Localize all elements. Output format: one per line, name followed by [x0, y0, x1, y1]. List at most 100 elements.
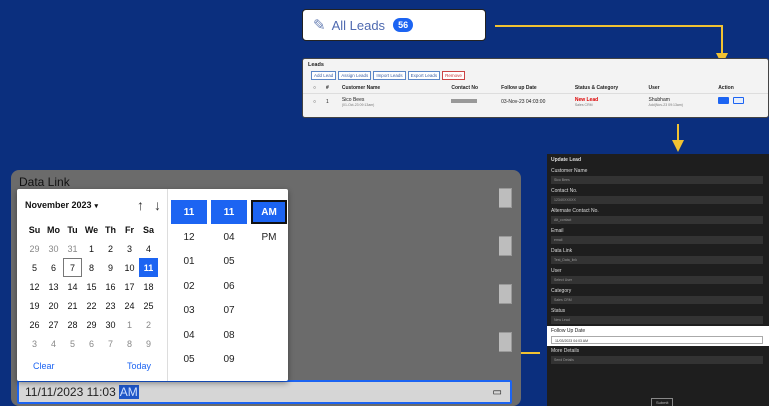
calendar-day[interactable]: 30	[44, 239, 63, 258]
calendar-day[interactable]: 6	[44, 258, 63, 277]
field-label: Customer Name	[551, 168, 588, 174]
calendar-day[interactable]: 27	[44, 315, 63, 334]
column-header: Follow up Date	[501, 85, 537, 91]
minute-option[interactable]: 05	[211, 250, 247, 275]
minute-option[interactable]: 08	[211, 323, 247, 348]
calendar-day[interactable]: 24	[120, 296, 139, 315]
month-select[interactable]: November 2023 ▾	[25, 200, 98, 210]
calendar-day[interactable]: 17	[120, 277, 139, 296]
calendar-day[interactable]: 29	[82, 315, 101, 334]
minute-option[interactable]: 06	[211, 274, 247, 299]
field-input[interactable]: Send Details	[551, 356, 763, 364]
calendar-day[interactable]: 12	[25, 277, 44, 296]
follow-up-date-input[interactable]: 11/03/2023 04:03 AM	[551, 336, 763, 344]
hour-option[interactable]: 01	[171, 250, 207, 275]
calendar-day[interactable]: 3	[120, 239, 139, 258]
calendar-day[interactable]: 5	[25, 258, 44, 277]
calendar-day[interactable]: 16	[101, 277, 120, 296]
calendar-day[interactable]: 2	[139, 315, 158, 334]
calendar-day[interactable]: 23	[101, 296, 120, 315]
calendar-day[interactable]: 4	[139, 239, 158, 258]
calendar-day[interactable]: 8	[120, 334, 139, 353]
field-label: Follow Up Date	[551, 328, 586, 334]
period-option-selected[interactable]: AM	[251, 200, 287, 224]
minute-option[interactable]: 09	[211, 348, 247, 373]
calendar-day[interactable]: 29	[25, 239, 44, 258]
calendar-day[interactable]: 5	[63, 334, 82, 353]
field-select[interactable]: Sales CRM	[551, 296, 763, 304]
edit-icon[interactable]	[718, 97, 730, 104]
hour-option[interactable]: 05	[171, 348, 207, 373]
field-select[interactable]: New Lead	[551, 316, 763, 324]
calendar-day[interactable]: 3	[25, 334, 44, 353]
calendar-day[interactable]: 9	[139, 334, 158, 353]
calendar-day[interactable]: 30	[101, 315, 120, 334]
calendar-day[interactable]: 9	[101, 258, 120, 277]
calendar-day[interactable]: 1	[82, 239, 101, 258]
calendar-day[interactable]: 25	[139, 296, 158, 315]
add-lead-button[interactable]: Add Lead	[311, 71, 337, 80]
form-input-edge[interactable]	[499, 332, 512, 352]
assign-leads-button[interactable]: Assign Leads	[338, 71, 372, 80]
calendar-day[interactable]: 7	[101, 334, 120, 353]
field-input[interactable]: Alt_contact	[551, 216, 763, 224]
arrow-down-icon[interactable]: ↓	[154, 197, 161, 213]
more-details-field: More Details Send Details	[547, 346, 769, 366]
import-leads-button[interactable]: Import Leads	[373, 71, 406, 80]
calendar-day[interactable]: 15	[82, 277, 101, 296]
column-header: Customer Name	[341, 85, 381, 91]
calendar-day[interactable]: 6	[82, 334, 101, 353]
export-leads-button[interactable]: Export Leads	[407, 71, 441, 80]
arrow-up-icon[interactable]: ↑	[137, 197, 144, 213]
calendar-day[interactable]: 8	[82, 258, 101, 277]
select-all-checkbox[interactable]: ○	[313, 85, 326, 91]
minute-option-selected[interactable]: 11	[211, 200, 247, 224]
calendar-day[interactable]: 14	[63, 277, 82, 296]
calendar-day[interactable]: 1	[120, 315, 139, 334]
calendar-day[interactable]: 22	[82, 296, 101, 315]
field-input[interactable]: 1234XXXXXX	[551, 196, 763, 204]
field-input[interactable]: Sico Bees	[551, 176, 763, 184]
row-checkbox[interactable]: ○	[313, 99, 326, 105]
remove-button[interactable]: Remove	[442, 71, 465, 80]
clear-button[interactable]: Clear	[33, 361, 55, 371]
user-name: Shubham	[648, 96, 670, 103]
minute-option[interactable]: 07	[211, 299, 247, 324]
calendar-day[interactable]: 4	[44, 334, 63, 353]
calendar-day[interactable]: 28	[63, 315, 82, 334]
calendar-day[interactable]: 2	[101, 239, 120, 258]
calendar-icon[interactable]: ▭	[493, 387, 502, 398]
all-leads-button[interactable]: ✎ All Leads 56	[302, 9, 486, 41]
calendar-day[interactable]: 10	[120, 258, 139, 277]
hour-option[interactable]: 04	[171, 323, 207, 348]
hour-option[interactable]: 02	[171, 274, 207, 299]
form-input-edge[interactable]	[499, 188, 512, 208]
hour-option-selected[interactable]: 11	[171, 200, 207, 224]
calendar-day[interactable]: 26	[25, 315, 44, 334]
calendar-day[interactable]: 13	[44, 277, 63, 296]
today-button[interactable]: Today	[127, 361, 151, 371]
field-select[interactable]: Select User	[551, 276, 763, 284]
calendar-day-selected[interactable]: 11	[139, 258, 158, 277]
period-option[interactable]: PM	[251, 225, 287, 250]
eye-icon[interactable]	[732, 97, 744, 104]
minute-option[interactable]: 04	[211, 225, 247, 250]
time-selector: 11 12 01 02 03 04 05 11 04 05 06 07 08 0…	[167, 189, 287, 381]
calendar-grid: Su Mo Tu We Th Fr Sa 29 30 31 1 2 3 4 5 …	[25, 220, 161, 353]
form-input-edge[interactable]	[499, 284, 512, 304]
calendar-day[interactable]: 31	[63, 239, 82, 258]
calendar-day[interactable]: 19	[25, 296, 44, 315]
submit-button[interactable]: Submit	[651, 398, 674, 406]
hour-option[interactable]: 03	[171, 299, 207, 324]
form-input-edge[interactable]	[499, 236, 512, 256]
field-input[interactable]: Test_Data_link	[551, 256, 763, 264]
calendar-day[interactable]: 20	[44, 296, 63, 315]
datetime-picker: November 2023 ▾ ↑ ↓ Su Mo Tu We Th Fr Sa …	[17, 189, 288, 381]
field-input[interactable]: email	[551, 236, 763, 244]
calendar-day[interactable]: 18	[139, 277, 158, 296]
hour-option[interactable]: 12	[171, 225, 207, 250]
calendar-day-today[interactable]: 7	[63, 258, 82, 277]
customer-sub: (01-Oct-23 09:13am)	[341, 102, 375, 107]
follow-up-date-input[interactable]: 11/11/2023 11:03 AM ▭	[17, 380, 512, 404]
calendar-day[interactable]: 21	[63, 296, 82, 315]
